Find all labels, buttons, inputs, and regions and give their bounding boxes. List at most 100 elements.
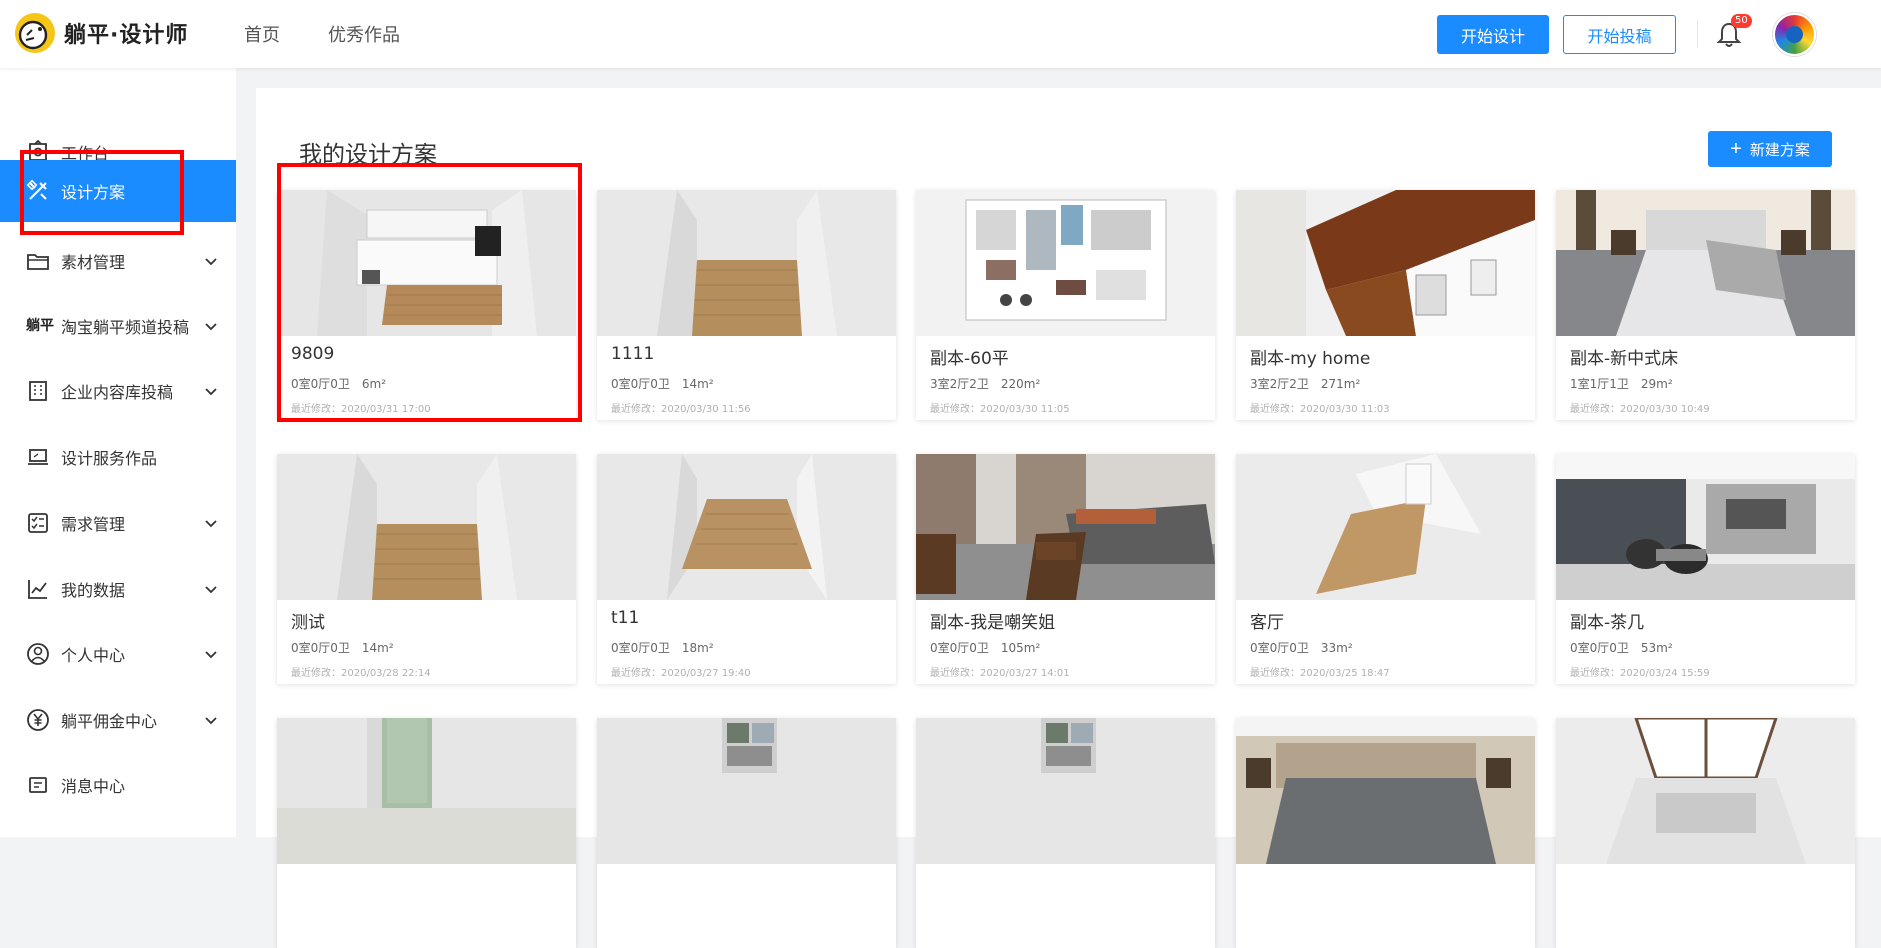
plan-name: 副本-my home [1250, 349, 1371, 369]
plan-thumbnail[interactable] [597, 454, 896, 600]
plan-meta: 3室2厅2卫 271m² [1250, 377, 1361, 391]
plan-thumbnail[interactable] [916, 454, 1215, 600]
plan-name: t11 [611, 608, 640, 628]
plan-thumbnail[interactable] [1236, 454, 1535, 600]
plan-thumbnail[interactable] [1236, 190, 1535, 336]
start-submit-button[interactable]: 开始投稿 [1563, 15, 1676, 54]
sidebar-item-my-data[interactable]: 我的数据 [0, 558, 236, 620]
brand-name: 躺平·设计师 [64, 23, 189, 48]
checklist-icon [28, 513, 48, 533]
notification-badge: 50 [1731, 14, 1752, 28]
plan-card[interactable] [277, 718, 576, 948]
sidebar-item-label: 需求管理 [61, 515, 126, 534]
plan-modified-time: 最近修改：2020/03/30 11:03 [1250, 404, 1390, 415]
plan-card[interactable] [1556, 718, 1855, 948]
plan-card[interactable] [916, 718, 1215, 948]
plan-thumbnail[interactable] [1556, 190, 1855, 336]
plan-modified-time: 最近修改：2020/03/25 18:47 [1250, 668, 1390, 679]
sidebar-item-taobao-submit[interactable]: 躺平 淘宝躺平频道投稿 [0, 295, 236, 357]
plan-meta: 0室0厅0卫 18m² [611, 641, 714, 655]
plan-card[interactable]: 1111 0室0厅0卫 14m² 最近修改：2020/03/30 11:56 [597, 190, 896, 420]
main-nav: 首页 优秀作品 [244, 0, 448, 68]
plan-thumbnail[interactable] [1236, 718, 1535, 864]
plan-card[interactable]: t11 0室0厅0卫 18m² 最近修改：2020/03/27 19:40 [597, 454, 896, 684]
sidebar-item-label: 消息中心 [61, 777, 126, 796]
laptop-icon [28, 449, 48, 465]
chevron-down-icon[interactable] [204, 647, 218, 661]
plan-card[interactable]: 副本-新中式床 1室1厅1卫 29m² 最近修改：2020/03/30 10:49 [1556, 190, 1855, 420]
chevron-down-icon[interactable] [204, 319, 218, 333]
logo-mark-icon [15, 13, 55, 53]
highlight-box-card [277, 163, 582, 422]
plan-card[interactable]: 测试 0室0厅0卫 14m² 最近修改：2020/03/28 22:14 [277, 454, 576, 684]
yen-icon [27, 709, 49, 731]
plan-thumbnail[interactable] [597, 190, 896, 336]
plan-card[interactable] [1236, 718, 1535, 948]
highlight-box-sidebar [20, 150, 184, 235]
plan-modified-time: 最近修改：2020/03/30 10:49 [1570, 404, 1710, 415]
plan-card[interactable]: 副本-my home 3室2厅2卫 271m² 最近修改：2020/03/30 11… [1236, 190, 1535, 420]
sidebar-item-label: 企业内容库投稿 [61, 383, 174, 402]
plan-name: 副本-茶几 [1570, 613, 1645, 633]
plan-modified-time: 最近修改：2020/03/30 11:05 [930, 404, 1070, 415]
sidebar-item-commission-center[interactable]: 躺平佣金中心 [0, 689, 236, 751]
plan-modified-time: 最近修改：2020/03/27 14:01 [930, 668, 1070, 679]
plan-meta: 0室0厅0卫 33m² [1250, 641, 1353, 655]
chevron-down-icon[interactable] [204, 713, 218, 727]
user-circle-icon [27, 643, 49, 665]
plan-thumbnail[interactable] [597, 718, 896, 864]
line-chart-icon [28, 580, 47, 599]
plan-name: 客厅 [1250, 613, 1284, 633]
plan-modified-time: 最近修改：2020/03/30 11:56 [611, 404, 751, 415]
sidebar-item-message-center[interactable]: 消息中心 [0, 754, 236, 816]
chevron-down-icon[interactable] [204, 516, 218, 530]
chevron-down-icon[interactable] [204, 254, 218, 268]
sidebar-item-materials[interactable]: 素材管理 [0, 230, 236, 292]
chevron-down-icon[interactable] [204, 384, 218, 398]
header-divider [1697, 20, 1698, 48]
plan-meta: 1室1厅1卫 29m² [1570, 377, 1673, 391]
plan-modified-time: 最近修改：2020/03/28 22:14 [291, 668, 431, 679]
plan-meta: 0室0厅0卫 105m² [930, 641, 1041, 655]
plan-thumbnail[interactable] [916, 190, 1215, 336]
plan-card[interactable] [597, 718, 896, 948]
plan-name: 副本-我是嘲笑姐 [930, 613, 1056, 633]
plan-card[interactable]: 客厅 0室0厅0卫 33m² 最近修改：2020/03/25 18:47 [1236, 454, 1535, 684]
nav-home[interactable]: 首页 [244, 21, 280, 47]
plan-modified-time: 最近修改：2020/03/24 15:59 [1570, 668, 1710, 679]
sidebar-item-label: 设计服务作品 [61, 449, 158, 468]
plan-thumbnail[interactable] [916, 718, 1215, 864]
sidebar-item-requirements[interactable]: 需求管理 [0, 492, 236, 554]
nav-works[interactable]: 优秀作品 [328, 21, 400, 47]
sidebar-item-enterprise-submit[interactable]: 企业内容库投稿 [0, 360, 236, 422]
plus-icon: + [1730, 138, 1742, 160]
new-plan-button[interactable]: + 新建方案 [1708, 131, 1832, 167]
chevron-down-icon[interactable] [204, 582, 218, 596]
message-icon [29, 777, 47, 793]
plan-thumbnail[interactable] [277, 718, 576, 864]
sidebar-item-personal-center[interactable]: 个人中心 [0, 623, 236, 685]
folder-icon [27, 254, 49, 270]
plan-modified-time: 最近修改：2020/03/27 19:40 [611, 668, 751, 679]
tangping-logo-icon: 躺平 [26, 318, 54, 334]
new-plan-label: 新建方案 [1749, 141, 1810, 159]
top-bar: 躺平·设计师 首页 优秀作品 开始设计 开始投稿 50 [0, 0, 1881, 68]
sidebar-item-label: 个人中心 [61, 646, 126, 665]
plan-card[interactable]: 副本-茶几 0室0厅0卫 53m² 最近修改：2020/03/24 15:59 [1556, 454, 1855, 684]
sidebar-item-label: 躺平佣金中心 [61, 712, 158, 731]
plan-thumbnail[interactable] [1556, 454, 1855, 600]
avatar[interactable] [1773, 13, 1816, 56]
plan-name: 副本-60平 [930, 349, 1009, 369]
plan-name: 1111 [611, 344, 655, 364]
sidebar-item-service-works[interactable]: 设计服务作品 [0, 426, 236, 488]
plan-name: 测试 [291, 613, 325, 633]
building-icon [29, 381, 47, 401]
plan-meta: 0室0厅0卫 14m² [291, 641, 394, 655]
start-design-button[interactable]: 开始设计 [1437, 15, 1549, 54]
plan-thumbnail[interactable] [277, 454, 576, 600]
brand-logo[interactable]: 躺平·设计师 [14, 12, 188, 54]
sidebar-item-label: 淘宝躺平频道投稿 [61, 318, 190, 337]
plan-thumbnail[interactable] [1556, 718, 1855, 864]
plan-card[interactable]: 副本-60平 3室2厅2卫 220m² 最近修改：2020/03/30 11:05 [916, 190, 1215, 420]
plan-card[interactable]: 副本-我是嘲笑姐 0室0厅0卫 105m² 最近修改：2020/03/27 14:0… [916, 454, 1215, 684]
